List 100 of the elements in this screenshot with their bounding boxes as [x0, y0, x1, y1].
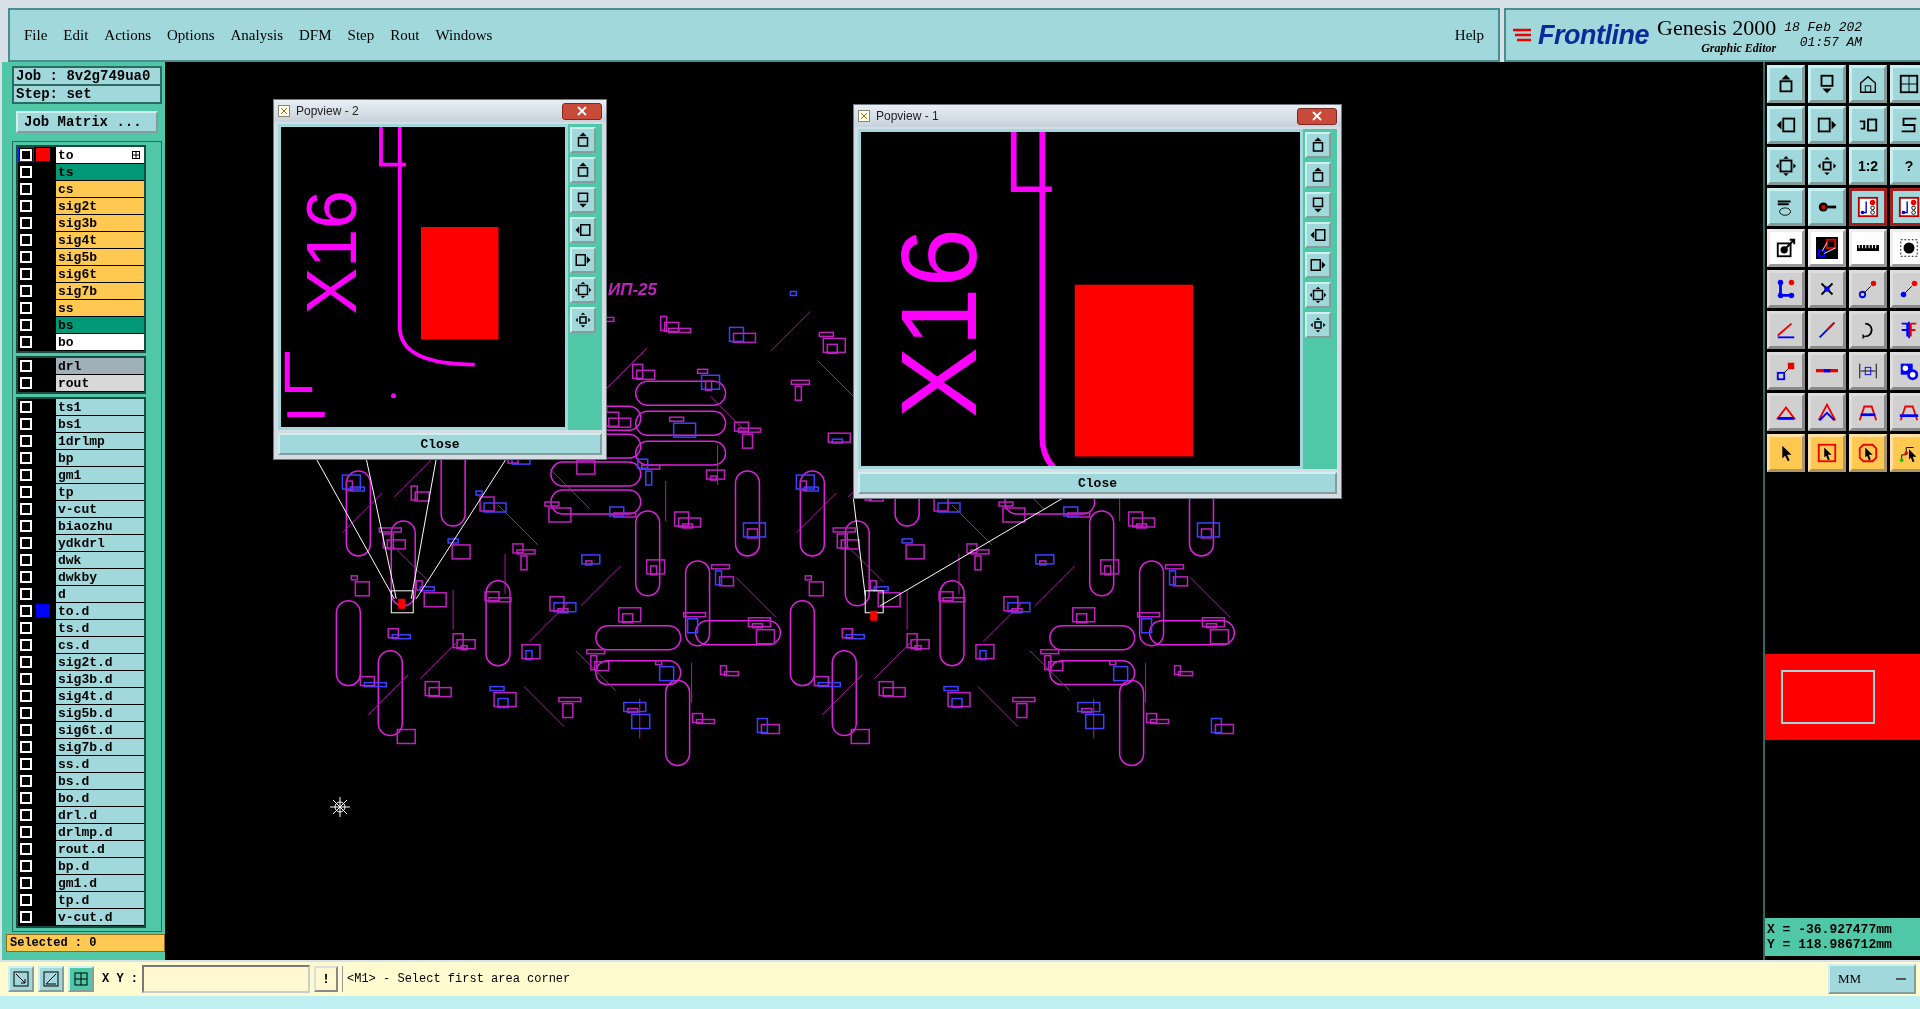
- layer-item[interactable]: v-cut.d: [56, 909, 144, 925]
- checkbox[interactable]: [18, 569, 34, 584]
- xy-input-field[interactable]: [142, 965, 310, 993]
- units-dropdown[interactable]: MM: [1828, 964, 1916, 994]
- layer-item[interactable]: sig6t.d: [56, 722, 144, 738]
- layer-item[interactable]: ss.d: [56, 756, 144, 772]
- layer-item[interactable]: sig5b: [56, 249, 144, 265]
- layer-item[interactable]: d: [56, 586, 144, 602]
- close-button[interactable]: Close: [858, 472, 1337, 494]
- layer-item[interactable]: dwk: [56, 552, 144, 568]
- layer-item[interactable]: rout.d: [56, 841, 144, 857]
- checkbox[interactable]: [18, 467, 34, 482]
- checkbox[interactable]: [18, 722, 34, 737]
- layer-item[interactable]: drl: [56, 358, 144, 374]
- checkbox[interactable]: [18, 198, 34, 213]
- checkbox[interactable]: [18, 484, 34, 499]
- layer-item[interactable]: ss: [56, 300, 144, 316]
- checkbox[interactable]: [18, 620, 34, 635]
- job-matrix-button[interactable]: Job Matrix ...: [16, 111, 158, 133]
- layer-item[interactable]: drl.d: [56, 807, 144, 823]
- layer-item[interactable]: tp.d: [56, 892, 144, 908]
- checkbox[interactable]: [18, 358, 34, 373]
- checkbox[interactable]: [18, 147, 34, 162]
- layer-item[interactable]: sig2t: [56, 198, 144, 214]
- checkbox[interactable]: [18, 266, 34, 281]
- checkbox[interactable]: [18, 875, 34, 890]
- checkbox[interactable]: [18, 215, 34, 230]
- layer-item[interactable]: bo: [56, 334, 144, 350]
- layer-item[interactable]: ts: [56, 164, 144, 180]
- menu-item[interactable]: Rout: [386, 24, 424, 46]
- close-button[interactable]: [562, 102, 602, 120]
- checkbox[interactable]: [18, 317, 34, 332]
- layer-item[interactable]: sig6t: [56, 266, 144, 282]
- layer-item[interactable]: bp.d: [56, 858, 144, 874]
- checkbox[interactable]: [18, 790, 34, 805]
- layer-item[interactable]: ydkdrl: [56, 535, 144, 551]
- layer-item[interactable]: v-cut: [56, 501, 144, 517]
- layer-item[interactable]: drlmp.d: [56, 824, 144, 840]
- menu-item[interactable]: Help: [1450, 24, 1488, 46]
- layer-item[interactable]: bs1: [56, 416, 144, 432]
- checkbox[interactable]: [18, 399, 34, 414]
- checkbox[interactable]: [18, 181, 34, 196]
- layer-item[interactable]: gm1: [56, 467, 144, 483]
- close-button[interactable]: Close: [278, 433, 602, 455]
- menu-item[interactable]: Options: [163, 24, 219, 46]
- layer-item[interactable]: sig2t.d: [56, 654, 144, 670]
- layer-item[interactable]: 1drlmp: [56, 433, 144, 449]
- checkbox[interactable]: [18, 671, 34, 686]
- checkbox[interactable]: [18, 756, 34, 771]
- checkbox[interactable]: [18, 807, 34, 822]
- layer-item[interactable]: cs.d: [56, 637, 144, 653]
- checkbox[interactable]: [18, 858, 34, 873]
- checkbox[interactable]: [18, 433, 34, 448]
- checkbox[interactable]: [18, 603, 34, 618]
- checkbox[interactable]: [18, 586, 34, 601]
- menu-item[interactable]: Actions: [100, 24, 155, 46]
- checkbox[interactable]: [18, 654, 34, 669]
- checkbox[interactable]: [18, 375, 34, 390]
- menu-item[interactable]: DFM: [295, 24, 336, 46]
- checkbox[interactable]: [18, 637, 34, 652]
- tool-button[interactable]: 1:2: [1849, 147, 1887, 185]
- tool-button[interactable]: [1890, 188, 1920, 226]
- layer-item[interactable]: tp: [56, 484, 144, 500]
- checkbox[interactable]: [18, 232, 34, 247]
- checkbox[interactable]: [18, 892, 34, 907]
- checkbox[interactable]: [18, 450, 34, 465]
- layer-item[interactable]: ts1: [56, 399, 144, 415]
- checkbox[interactable]: [18, 249, 34, 264]
- checkbox[interactable]: [18, 334, 34, 349]
- tool-button[interactable]: ?: [1890, 147, 1920, 185]
- layer-item[interactable]: biaozhu: [56, 518, 144, 534]
- checkbox[interactable]: [18, 739, 34, 754]
- layer-item[interactable]: dwkby: [56, 569, 144, 585]
- alert-button[interactable]: !: [314, 966, 338, 992]
- layer-item[interactable]: bs: [56, 317, 144, 333]
- close-button[interactable]: [1297, 107, 1337, 125]
- checkbox[interactable]: [18, 518, 34, 533]
- menu-item[interactable]: Analysis: [226, 24, 288, 46]
- checkbox[interactable]: [18, 416, 34, 431]
- layer-item[interactable]: sig4t.d: [56, 688, 144, 704]
- menu-item[interactable]: Step: [343, 24, 379, 46]
- checkbox[interactable]: [18, 824, 34, 839]
- menu-item[interactable]: Edit: [59, 24, 93, 46]
- checkbox[interactable]: [18, 773, 34, 788]
- checkbox[interactable]: [18, 535, 34, 550]
- layer-item[interactable]: ts.d: [56, 620, 144, 636]
- layer-item[interactable]: to: [56, 147, 144, 163]
- checkbox[interactable]: [18, 164, 34, 179]
- layer-item[interactable]: to.d: [56, 603, 144, 619]
- layer-item[interactable]: cs: [56, 181, 144, 197]
- layer-item[interactable]: sig3b: [56, 215, 144, 231]
- layer-item[interactable]: sig7b: [56, 283, 144, 299]
- layer-item[interactable]: gm1.d: [56, 875, 144, 891]
- checkbox[interactable]: [18, 688, 34, 703]
- tool-button[interactable]: [1849, 188, 1887, 226]
- layer-item[interactable]: rout: [56, 375, 144, 391]
- layer-item[interactable]: sig7b.d: [56, 739, 144, 755]
- checkbox[interactable]: [18, 841, 34, 856]
- layer-item[interactable]: bo.d: [56, 790, 144, 806]
- layer-item[interactable]: bp: [56, 450, 144, 466]
